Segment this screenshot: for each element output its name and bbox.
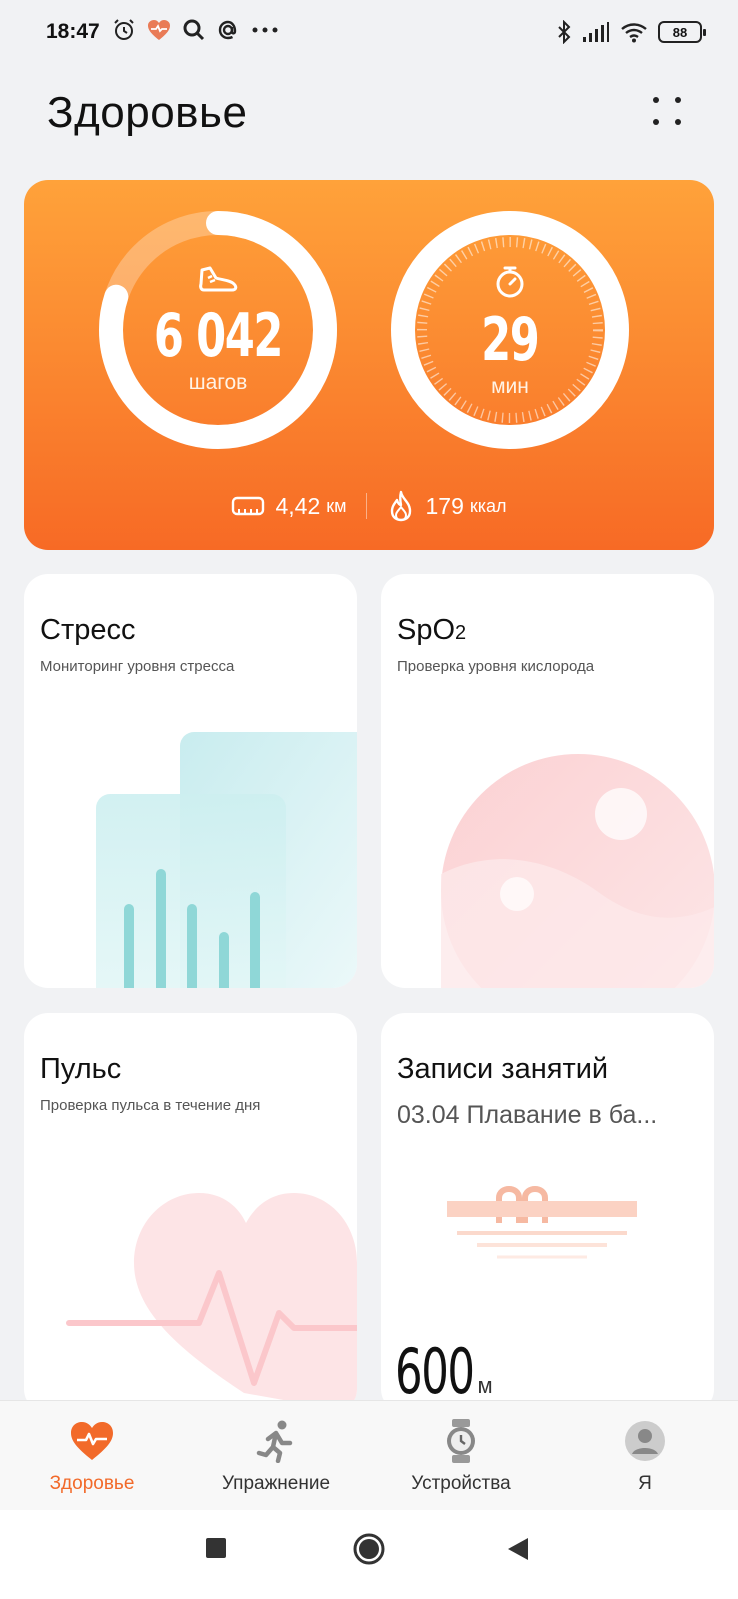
health-heart-icon (148, 20, 170, 40)
status-right-icons: 88 (556, 20, 706, 44)
signal-icon (583, 22, 609, 42)
steps-unit: шагов (188, 371, 248, 394)
flame-icon (391, 490, 412, 522)
workout-distance: 600 м (395, 1335, 493, 1408)
calories-value: 179 (425, 492, 464, 519)
pulse-subtitle: Проверка пульса в течение дня (40, 1097, 261, 1114)
avatar-icon (625, 1421, 665, 1461)
tab-me[interactable]: Я (565, 1417, 725, 1495)
bottom-nav: Здоровье Упражнение Устройства Я (0, 1400, 738, 1510)
ruler-icon (232, 496, 265, 516)
pool-icon (447, 1186, 637, 1259)
home-button[interactable] (352, 1532, 386, 1566)
minutes-value: 29 (481, 305, 540, 375)
status-bar: 18:47 88 (0, 0, 738, 70)
back-button[interactable] (506, 1536, 530, 1562)
tab-health[interactable]: Здоровье (12, 1417, 172, 1495)
steps-block: 6 042 шагов (98, 264, 338, 395)
stats-divider (366, 493, 368, 519)
workout-distance-unit: м (477, 1373, 493, 1398)
search-icon (183, 19, 205, 41)
workouts-card[interactable]: Записи занятий 03.04 Плавание в ба... 60… (381, 1013, 714, 1413)
stress-illustration (96, 732, 357, 988)
wifi-icon (621, 23, 647, 43)
battery-icon: 88 (658, 21, 706, 43)
stopwatch-icon (496, 266, 524, 298)
tab-devices-label: Устройства (411, 1473, 511, 1494)
status-time: 18:47 (46, 20, 100, 43)
pulse-title: Пульс (40, 1053, 122, 1085)
spo2-subtitle: Проверка уровня кислорода (397, 658, 595, 675)
watch-icon (447, 1419, 475, 1463)
pulse-card[interactable]: Пульс Проверка пульса в течение дня (24, 1013, 357, 1413)
workouts-title: Записи занятий (397, 1053, 609, 1085)
workout-distance-value: 600 (395, 1335, 475, 1408)
page-title: Здоровье (47, 88, 248, 137)
stress-title: Стресс (40, 614, 136, 646)
bluetooth-icon (558, 20, 571, 44)
distance-value: 4,42 (275, 492, 321, 519)
workouts-subtitle: 03.04 Плавание в ба... (397, 1101, 658, 1129)
pulse-illustration (66, 1193, 357, 1413)
spo2-card[interactable]: SpO2 Проверка уровня кислорода (381, 574, 714, 988)
tab-me-label: Я (638, 1473, 652, 1494)
activity-stats: 4,42 км 179 ккал (24, 490, 714, 522)
spo2-title-main: SpO (397, 614, 456, 646)
calories-unit: ккал (469, 495, 507, 516)
dot-icon (675, 119, 681, 125)
battery-level: 88 (672, 24, 688, 40)
edit-layout-button[interactable] (648, 92, 686, 130)
spo2-title: SpO2 (397, 614, 466, 647)
activity-card[interactable]: 6 042 шагов 29 мин 4,42 км 179 ккал (24, 180, 714, 550)
stress-subtitle: Мониторинг уровня стресса (40, 658, 235, 675)
tab-exercise[interactable]: Упражнение (196, 1417, 356, 1495)
spo2-title-sub: 2 (455, 622, 467, 644)
stress-card[interactable]: Стресс Мониторинг уровня стресса (24, 574, 357, 988)
tab-devices[interactable]: Устройства (381, 1417, 541, 1495)
spo2-illustration (441, 754, 714, 988)
more-icon (252, 27, 278, 33)
dot-icon (653, 97, 659, 103)
dot-icon (653, 119, 659, 125)
minutes-unit: мин (491, 375, 529, 398)
runner-icon (256, 1420, 293, 1463)
minutes-block: 29 мин (390, 264, 630, 399)
heart-icon (71, 1422, 113, 1460)
steps-value: 6 042 (153, 301, 284, 371)
shoe-icon (199, 266, 238, 292)
distance-unit: км (326, 495, 347, 516)
at-icon (218, 20, 237, 40)
tab-exercise-label: Упражнение (221, 1473, 331, 1494)
system-nav (0, 1510, 738, 1599)
recents-button[interactable] (204, 1536, 228, 1560)
dot-icon (675, 97, 681, 103)
tab-health-label: Здоровье (49, 1473, 135, 1494)
alarm-icon (114, 19, 134, 40)
status-left-icons (112, 18, 280, 42)
